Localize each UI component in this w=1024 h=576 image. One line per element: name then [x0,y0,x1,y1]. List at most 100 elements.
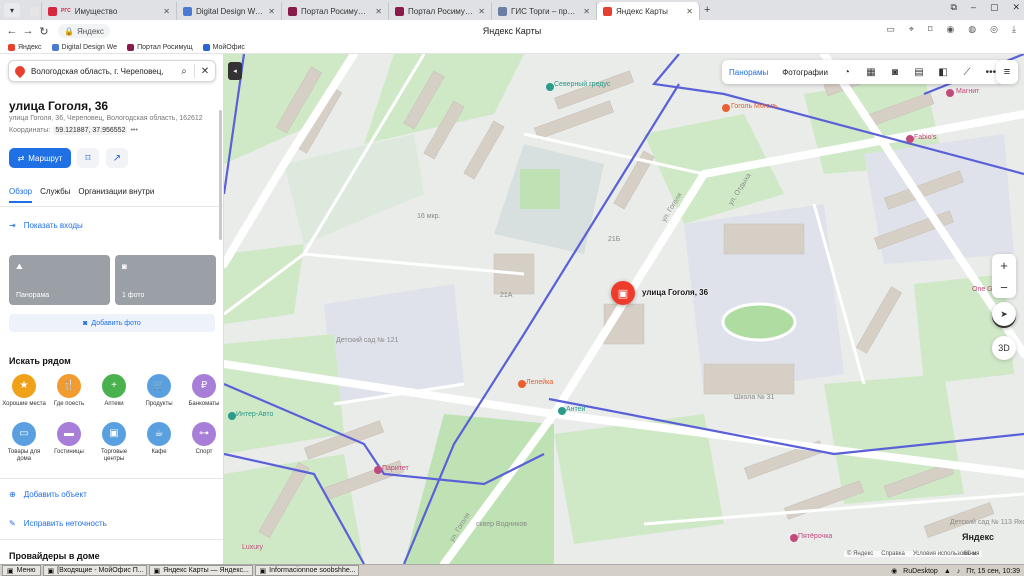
poi-dot[interactable] [558,407,566,415]
map-label[interactable]: Пятёрочка [798,533,832,540]
back-icon[interactable]: ← [4,25,20,37]
nearby-category[interactable]: 🍴 Где поесть [47,374,91,408]
map-label[interactable]: Магнит [956,88,979,95]
bookmark-item[interactable]: Digital Design We [51,44,117,51]
map-label[interactable]: Паритет [382,465,409,472]
show-entrances-link[interactable]: ⇥ Показать входы [9,221,83,230]
photos-card[interactable]: ◙ 1 фото [115,255,216,305]
coords-value[interactable]: 59.121887, 37.956552 [53,126,128,135]
route-button[interactable]: ⇄ Маршрут [9,148,71,168]
tray-app-label[interactable]: RuDesktop [903,568,938,575]
taskbar-task[interactable]: ▣ [Входящие - МойОфис П... [42,565,147,576]
browser-tab[interactable]: Яндекс Карты ✕ [597,2,700,20]
panoramas-toggle[interactable]: Панорамы [722,68,775,77]
network-icon[interactable]: ▲ [944,568,951,575]
bookmark-item[interactable]: МойОфис [202,44,245,51]
map-label[interactable]: 21А [500,292,512,299]
share-button[interactable]: ↗ [106,148,128,168]
reader-icon[interactable]: ▭ [886,24,895,35]
extension-icon-2[interactable]: ◍ [968,24,976,35]
poi-dot[interactable] [374,466,382,474]
tab-close-icon[interactable]: ✕ [583,7,590,16]
bookmark-icon[interactable]: ⌑ [928,24,933,35]
transit-icon[interactable]: ▤ [907,60,931,84]
map-label[interactable]: 16 мкр. [417,213,440,220]
layers-stack-icon[interactable]: ◧ [931,60,955,84]
tab-close-icon[interactable]: ✕ [478,7,485,16]
poi-dot[interactable] [228,412,236,420]
nearby-category[interactable]: 🛒 Продукты [137,374,181,408]
map-label[interactable]: Школа № 31 [734,394,774,401]
volume-icon[interactable]: ♪ [957,568,961,575]
place-tab[interactable]: Организации внутри [78,187,154,203]
collapse-sidebar-icon[interactable]: ◂ [228,62,242,80]
map-label[interactable]: Лелейка [526,379,553,386]
maximize-icon[interactable]: ▢ [990,2,999,13]
tab-close-icon[interactable]: ✕ [375,7,382,16]
poi-dot[interactable] [946,89,954,97]
nearby-category[interactable]: ⊶ Спорт [182,422,223,456]
nearby-category[interactable]: ▬ Гостиницы [47,422,91,456]
poi-dot[interactable] [546,83,554,91]
extension-icon-3[interactable]: ◎ [990,24,998,35]
place-tab[interactable]: Обзор [9,187,33,203]
tab-menu-icon[interactable]: ▾ [4,3,20,17]
coords-more-button[interactable]: ••• [130,127,137,134]
tab-close-icon[interactable]: ✕ [268,7,275,16]
camera-layer-icon[interactable]: ◙ [883,60,907,84]
browser-tab[interactable]: РГС Имущество ✕ [42,2,177,20]
nearby-category[interactable]: ☕ Кафе [137,422,181,456]
save-bookmark-button[interactable]: ⌑ [77,148,99,168]
tab-close-icon[interactable]: ✕ [163,7,170,16]
poi-dot[interactable] [722,104,730,112]
location-icon[interactable]: ⌖ [909,24,914,35]
close-window-icon[interactable]: ✕ [1012,2,1020,13]
fix-error-link[interactable]: ✎ Исправить неточность [9,519,107,528]
zoom-out-icon[interactable]: − [992,276,1016,298]
address-field[interactable]: 🔒 Яндекс [58,24,110,38]
new-tab-icon[interactable]: + [704,4,710,16]
map-label[interactable]: Fabio's [914,134,936,141]
nearby-category[interactable]: + Аптеки [92,374,136,408]
browser-tab[interactable]: Портал Росимущества ✕ [282,2,389,20]
place-marker-icon[interactable]: ▣ [611,281,635,305]
place-tab[interactable]: Службы [40,187,70,203]
clear-search-icon[interactable]: ✕ [195,66,215,77]
layers-icon[interactable]: ◔ [835,60,859,84]
map-label[interactable]: 21Б [608,236,620,243]
map-footer-link[interactable]: Справка [881,551,905,557]
browser-tab[interactable]: ГИС Торги – продажи гос ✕ [492,2,597,20]
zoom-in-icon[interactable]: + [992,254,1016,276]
search-input[interactable]: Вологодская область, г. Череповец, [31,67,174,76]
poi-dot[interactable] [906,135,914,143]
nearby-category[interactable]: ★ Хорошие места [2,374,46,408]
photos-toggle[interactable]: Фотографии [775,68,835,77]
bookmark-manager-icon[interactable]: ⧉ [950,2,956,13]
browser-tab[interactable]: Digital Design Web Client ✕ [177,2,282,20]
map-label[interactable]: Luxury [242,544,263,551]
menu-icon[interactable]: ≡ [996,60,1018,84]
map-label[interactable]: Детский сад № 113 Яхорок [950,519,1024,526]
reload-icon[interactable]: ↻ [36,25,52,38]
map-label[interactable]: Антей [566,406,585,413]
taskbar-task[interactable]: ▣ Яндекс Карты — Яндекс... [148,565,253,576]
map-canvas[interactable]: Северный гредус Гоголь Моголь Магнит Fabio'… [224,54,1024,564]
panorama-card[interactable]: ⛰ Панорама [9,255,110,305]
browser-tab[interactable] [24,2,42,20]
nearby-category[interactable]: ▭ Товары для дома [2,422,46,463]
start-menu-button[interactable]: ▣ Меню [2,565,41,576]
map-footer-link[interactable]: © Яндекс [847,551,873,557]
extension-icon-1[interactable]: ◉ [946,24,954,35]
bookmark-item[interactable]: Яндекс [8,44,42,51]
forward-icon[interactable]: → [20,25,36,37]
map-label[interactable]: сквер Водников [476,521,527,528]
browser-tab[interactable]: Портал Росимущества ✕ [389,2,492,20]
nearby-category[interactable]: ▣ Торговые центры [92,422,136,463]
add-business-link[interactable]: ⊕ Добавить объект [9,490,87,499]
tray-app-icon[interactable]: ◉ [891,567,897,575]
map-type-icon[interactable]: ▦ [859,60,883,84]
sidebar-scrollbar[interactable] [219,110,222,240]
map-label[interactable]: Северный гредус [554,81,610,88]
downloads-icon[interactable]: ⤓ [1012,24,1016,35]
search-icon[interactable]: ⌕ [174,66,194,77]
